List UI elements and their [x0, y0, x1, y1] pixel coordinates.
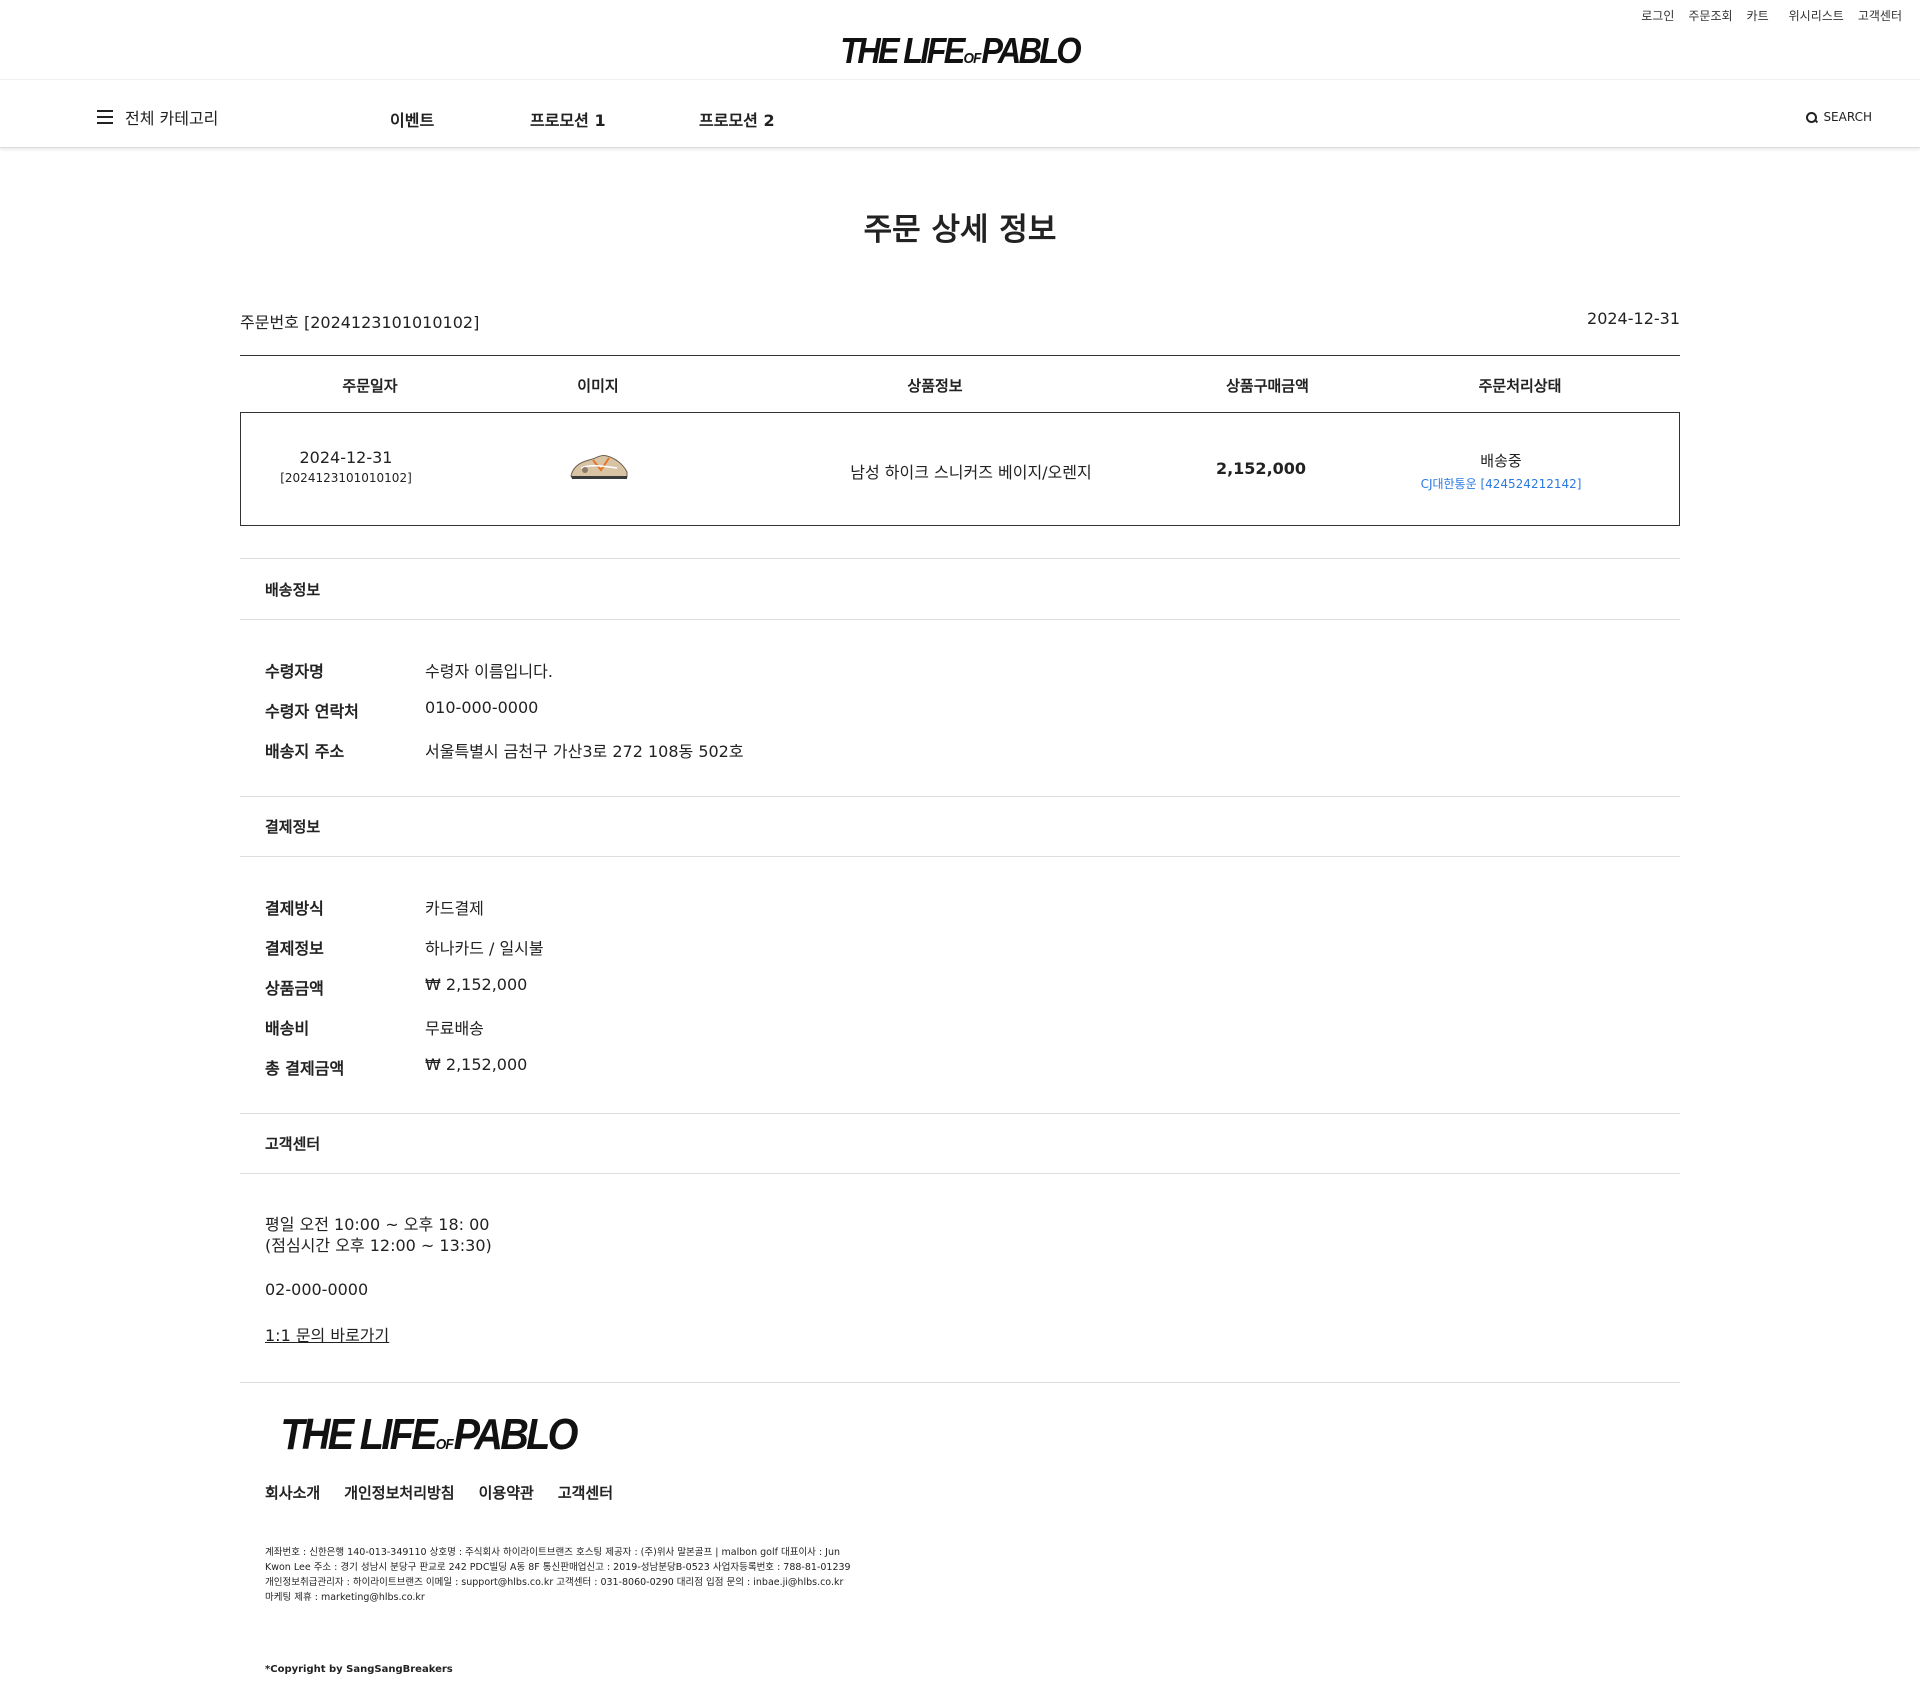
total-amount-value: ₩ 2,152,000 [425, 1055, 528, 1074]
footer-divider [240, 1382, 1680, 1383]
logo-end-text: PABLO [981, 30, 1082, 71]
product-name[interactable]: 남성 하이크 스니커즈 베이지/오렌지 [761, 459, 1181, 483]
nav-event[interactable]: 이벤트 [390, 107, 434, 131]
shipping-fee-label: 배송비 [265, 1019, 310, 1038]
recipient-phone-label: 수령자 연락처 [265, 702, 359, 721]
customer-center-link[interactable]: 고객센터 [1858, 7, 1902, 24]
inquiry-link[interactable]: 1:1 문의 바로가기 [265, 1322, 389, 1346]
status-cell: 배송중 CJ대한통운 [424524212142] [1411, 450, 1591, 492]
payment-detail-value: 하나카드 / 일시불 [425, 939, 544, 958]
tracking-link[interactable]: CJ대한통운 [424524212142] [1411, 475, 1591, 492]
divider [240, 558, 1680, 559]
divider [240, 1173, 1680, 1174]
lunch-hours: (점심시간 오후 12:00 ~ 13:30) [265, 1236, 492, 1255]
main-navigation: 전체 카테고리 이벤트 프로모션 1 프로모션 2 SEARCH [0, 80, 1920, 148]
header-product-info: 상품정보 [907, 377, 963, 395]
all-category-button[interactable]: 전체 카테고리 [97, 105, 218, 129]
order-number: 주문번호 [2024123101010102] [240, 313, 480, 332]
customer-center-title: 고객센터 [265, 1135, 321, 1153]
payment-section-title: 결제정보 [265, 818, 321, 836]
order-lookup-link[interactable]: 주문조회 [1688, 7, 1732, 24]
hamburger-icon [97, 110, 113, 124]
order-date-cell: 2024-12-31 [2024123101010102] [271, 448, 421, 485]
utility-menu: 로그인 주문조회 카트 위시리스트 고객센터 [1641, 7, 1902, 24]
footer-links: 회사소개 개인정보처리방침 이용약관 고객센터 [265, 1482, 613, 1503]
footer-link-company[interactable]: 회사소개 [265, 1482, 320, 1503]
site-logo[interactable]: THE LIFEOFPABLO [0, 30, 1920, 72]
search-icon [1806, 111, 1818, 123]
login-link[interactable]: 로그인 [1641, 7, 1674, 24]
order-row: 2024-12-31 [2024123101010102] 남성 하이크 스니커… [240, 412, 1680, 526]
shipping-fee-value: 무료배송 [425, 1019, 484, 1038]
footer-link-customer-center[interactable]: 고객센터 [558, 1482, 613, 1503]
page-title: 주문 상세 정보 [863, 212, 1057, 248]
payment-detail-label: 결제정보 [265, 939, 324, 958]
footer-link-privacy[interactable]: 개인정보처리방침 [344, 1482, 454, 1503]
footer-logo-end: PABLO [453, 1410, 579, 1459]
footer-logo-of: OF [435, 1436, 454, 1453]
header-image: 이미지 [577, 377, 619, 395]
divider [240, 856, 1680, 857]
row-date: 2024-12-31 [299, 448, 393, 467]
shipping-address-value: 서울특별시 금천구 가산3로 272 108동 502호 [425, 742, 744, 761]
shipping-status: 배송중 [1480, 452, 1522, 470]
header-status: 주문처리상태 [1478, 377, 1562, 395]
divider [240, 619, 1680, 620]
header-price: 상품구매금액 [1226, 377, 1309, 395]
recipient-name-label: 수령자명 [265, 662, 324, 681]
company-info: 계좌번호 : 신한은행 140-013-349110 상호명 : 주식회사 하이… [265, 1547, 851, 1603]
wishlist-link[interactable]: 위시리스트 [1789, 7, 1844, 24]
footer-logo-main: THE LIFE [280, 1410, 437, 1459]
order-date: 2024-12-31 [1587, 309, 1680, 328]
shipping-section-title: 배송정보 [265, 581, 321, 599]
footer-logo[interactable]: THE LIFEOFPABLO [264, 1410, 592, 1460]
product-amount-value: ₩ 2,152,000 [425, 975, 528, 994]
recipient-phone-value: 010-000-0000 [425, 698, 539, 717]
shipping-address-label: 배송지 주소 [265, 742, 345, 761]
search-label: SEARCH [1823, 110, 1872, 124]
product-image[interactable] [567, 448, 631, 484]
table-top-border [240, 355, 1680, 356]
search-button[interactable]: SEARCH [1806, 110, 1872, 124]
total-amount-label: 총 결제금액 [265, 1059, 345, 1078]
nav-promotion-1[interactable]: 프로모션 1 [530, 107, 606, 131]
row-order-number: [2024123101010102] [280, 471, 412, 485]
footer-link-terms[interactable]: 이용약관 [479, 1482, 534, 1503]
logo-of-text: OF [963, 50, 982, 67]
logo-main-text: THE LIFE [840, 30, 966, 71]
business-hours: 평일 오전 10:00 ~ 오후 18: 00 [265, 1215, 490, 1234]
divider [240, 1113, 1680, 1114]
payment-method-label: 결제방식 [265, 899, 324, 918]
product-amount-label: 상품금액 [265, 979, 324, 998]
product-price: 2,152,000 [1215, 459, 1307, 478]
all-category-label: 전체 카테고리 [125, 109, 219, 128]
nav-promotion-2[interactable]: 프로모션 2 [699, 107, 775, 131]
copyright: *Copyright by SangSangBreakers [265, 1664, 453, 1675]
recipient-name-value: 수령자 이름입니다. [425, 662, 553, 681]
cart-link[interactable]: 카트 [1747, 7, 1769, 24]
header-order-date: 주문일자 [342, 377, 398, 395]
customer-phone: 02-000-0000 [265, 1280, 369, 1299]
payment-method-value: 카드결제 [425, 899, 484, 918]
divider [240, 796, 1680, 797]
